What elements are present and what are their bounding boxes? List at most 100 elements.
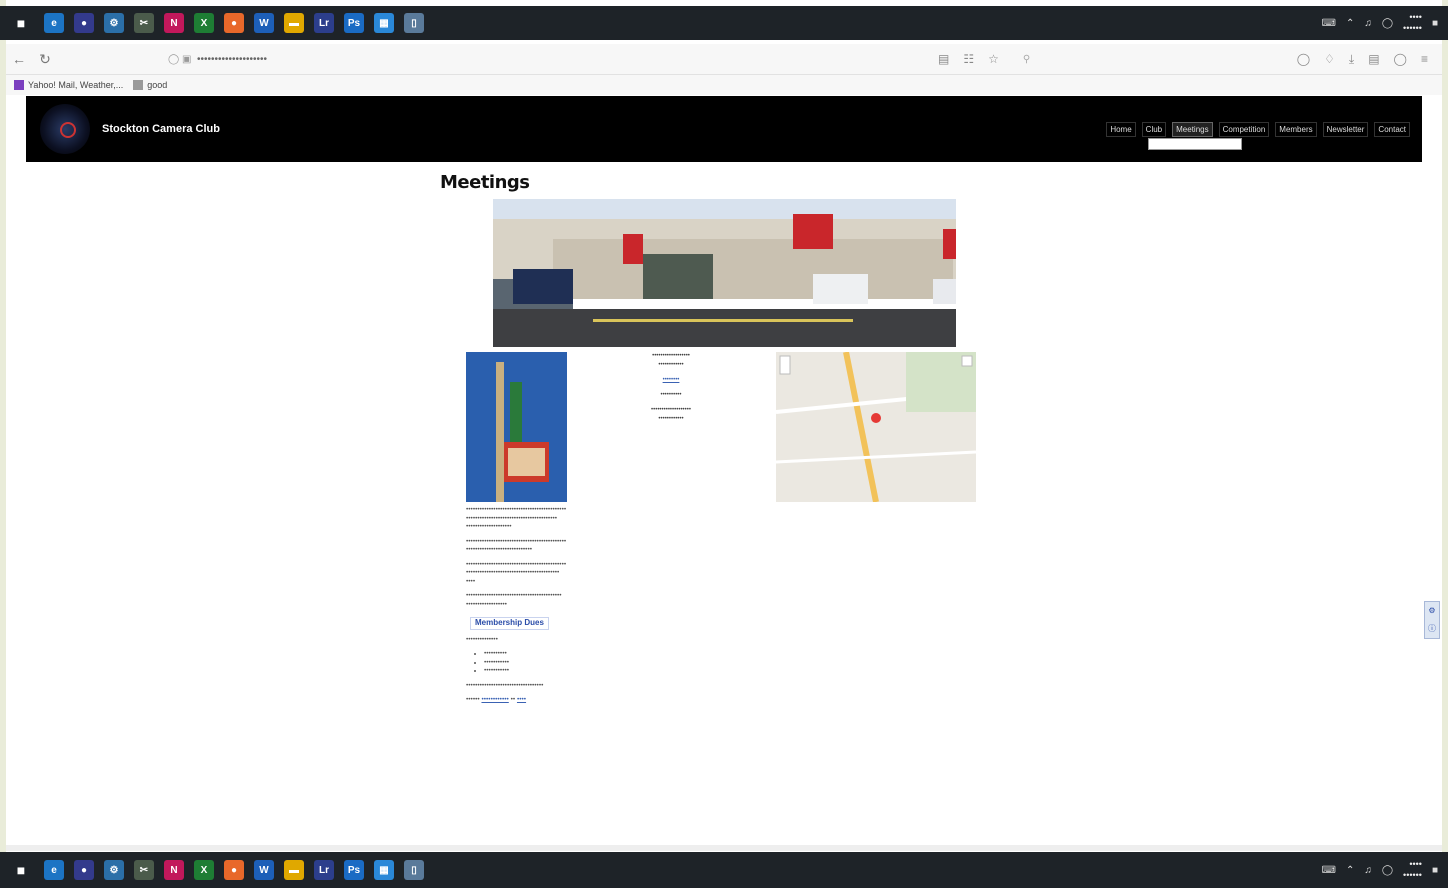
edge-icon[interactable]: e [44, 860, 64, 880]
onenote-icon[interactable]: N [164, 860, 184, 880]
pocket-icon[interactable]: ◯ [1297, 52, 1310, 67]
menu-home[interactable]: Home [1106, 121, 1136, 137]
bookmark-good[interactable]: good [133, 80, 167, 90]
notifications-icon[interactable]: ■ [1432, 865, 1438, 876]
calendar-icon[interactable]: ▦ [374, 13, 394, 33]
browser-toolbar: ← ↻ ◯ ▣ •••••••••••••••••••• ▤ ☷ ☆ ⚲ ◯ ♢… [6, 44, 1442, 75]
word-icon[interactable]: W [254, 860, 274, 880]
paragraph: •••••••••••••••••••••••••••••••••• [466, 681, 544, 689]
tray-chevron-icon[interactable]: ⌃ [1346, 18, 1354, 29]
account-icon[interactable]: ◯ [1394, 52, 1407, 67]
body-link[interactable]: •••••••••••• [481, 696, 508, 703]
back-icon[interactable]: ← [6, 51, 32, 67]
reader-icon[interactable]: ▤ [938, 52, 949, 66]
bookmarks-bar: Yahoo! Mail, Weather,... good [6, 75, 1442, 95]
firefox-icon[interactable]: ● [224, 13, 244, 33]
menu-competition[interactable]: Competition [1218, 121, 1270, 137]
info-icon: ⓘ [1428, 624, 1436, 633]
app-icon[interactable]: ● [74, 860, 94, 880]
photoshop-icon[interactable]: Ps [344, 860, 364, 880]
excel-icon[interactable]: X [194, 860, 214, 880]
network-icon[interactable]: ◯ [1382, 865, 1393, 876]
translate-icon[interactable]: ☷ [963, 52, 974, 66]
taskbar-bottom: ■ e ● ⚙ ✂ N X ● W ▬ Lr Ps ▦ ▯ ⌨ ⌃ ♫ ◯ ••… [0, 852, 1448, 888]
body-link[interactable]: •••• [517, 696, 526, 703]
paragraph: •••••••••••••• [466, 635, 498, 643]
reload-icon[interactable]: ↻ [32, 51, 58, 68]
menu-members[interactable]: Members [1275, 121, 1317, 137]
photoshop-icon[interactable]: Ps [344, 13, 364, 33]
firefox-icon[interactable]: ● [224, 860, 244, 880]
start-button[interactable]: ■ [8, 10, 34, 36]
dues-list: • ••••••••• • • ••••••••• •• • •••••••• [476, 650, 978, 676]
horizontal-scrollbar[interactable] [6, 845, 1442, 851]
calendar-icon[interactable]: ▦ [374, 860, 394, 880]
taskbar-top: ■ e ● ⚙ ✂ N X ● W ▬ Lr Ps ▦ ▯ ⌨ ⌃ ♫ ◯ ••… [0, 6, 1448, 40]
word-icon[interactable]: W [254, 13, 274, 33]
clock[interactable]: •••• •••••• [1403, 859, 1422, 881]
keyboard-icon[interactable]: ⌨ [1322, 865, 1336, 876]
network-icon[interactable]: ◯ [1382, 18, 1393, 29]
main-menu: Home Club Meetings Competition Members N… [1106, 121, 1410, 137]
club-logo[interactable] [40, 104, 90, 154]
edge-icon[interactable]: e [44, 13, 64, 33]
folder-icon [133, 80, 144, 90]
settings-icon[interactable]: ⚙ [104, 860, 124, 880]
motel-sign-photo [466, 352, 567, 502]
lr-icon[interactable]: Lr [314, 13, 334, 33]
snip-icon[interactable]: ✂ [134, 860, 154, 880]
onenote-icon[interactable]: N [164, 13, 184, 33]
search-icon: ⚲ [1022, 53, 1031, 65]
accessibility-widget[interactable]: ⚙ ⓘ [1424, 601, 1440, 639]
url-text: •••••••••••••••••••• [197, 53, 268, 65]
download-icon[interactable]: ⤓ [1349, 52, 1354, 67]
menu-newsletter[interactable]: Newsletter [1322, 121, 1369, 137]
list-item: • ••••••••• [484, 650, 978, 659]
site-header: Stockton Camera Club Home Club Meetings … [26, 96, 1422, 162]
yahoo-icon [14, 80, 24, 90]
paragraph: •••••• •••••••••••• •• •••• [466, 696, 527, 703]
membership-dues-button[interactable]: Membership Dues [470, 617, 549, 630]
lr-icon[interactable]: Lr [314, 860, 334, 880]
notifications-icon[interactable]: ■ [1432, 18, 1438, 29]
menu-icon[interactable]: ≡ [1421, 52, 1428, 67]
tray-chevron-icon[interactable]: ⌃ [1346, 865, 1354, 876]
app-icon[interactable]: ● [74, 13, 94, 33]
volume-icon[interactable]: ♫ [1364, 865, 1372, 876]
menu-club[interactable]: Club [1141, 121, 1167, 137]
list-item: • •••••••••• [484, 667, 978, 676]
paragraph: ••••••••••••••••••••••••••••••••••••••••… [466, 560, 567, 585]
location-map[interactable] [776, 352, 976, 502]
clock[interactable]: •••• •••••• [1403, 12, 1422, 34]
info-line: •••••••••• [660, 392, 682, 398]
start-button[interactable]: ■ [8, 857, 34, 883]
phone-icon[interactable]: ▯ [404, 13, 424, 33]
folder-icon[interactable]: ▬ [284, 13, 304, 33]
folder-icon[interactable]: ▬ [284, 860, 304, 880]
url-bar[interactable]: ◯ ▣ •••••••••••••••••••• [168, 49, 788, 69]
phone-icon[interactable]: ▯ [404, 860, 424, 880]
gear-icon: ⚙ [1428, 606, 1436, 615]
shield-icon: ◯ [168, 53, 180, 65]
star-icon[interactable]: ☆ [988, 52, 999, 66]
info-link[interactable]: •••••••• [571, 376, 771, 385]
building-photo [493, 199, 956, 347]
lock-icon: ▣ [181, 53, 192, 65]
meetings-submenu[interactable] [1148, 138, 1242, 150]
meeting-info: •••••••••••••••••• •••••••••••• •••••••• … [571, 352, 771, 502]
list-item: • •••••••••• [484, 659, 978, 668]
excel-icon[interactable]: X [194, 13, 214, 33]
library-icon[interactable]: ▤ [1368, 52, 1379, 67]
paragraph: ••••••••••••••••••••••••••••••••••••••••… [466, 506, 567, 530]
volume-icon[interactable]: ♫ [1364, 18, 1372, 29]
page-title: Meetings [440, 172, 530, 193]
search-input[interactable]: ⚲ [1023, 50, 1223, 68]
snip-icon[interactable]: ✂ [134, 13, 154, 33]
site-title[interactable]: Stockton Camera Club [102, 123, 220, 135]
settings-icon[interactable]: ⚙ [104, 13, 124, 33]
menu-contact[interactable]: Contact [1374, 121, 1410, 137]
keyboard-icon[interactable]: ⌨ [1322, 18, 1336, 29]
bookmark-yahoo[interactable]: Yahoo! Mail, Weather,... [14, 80, 123, 90]
shield-icon[interactable]: ♢ [1324, 52, 1335, 67]
menu-meetings[interactable]: Meetings [1172, 121, 1213, 137]
